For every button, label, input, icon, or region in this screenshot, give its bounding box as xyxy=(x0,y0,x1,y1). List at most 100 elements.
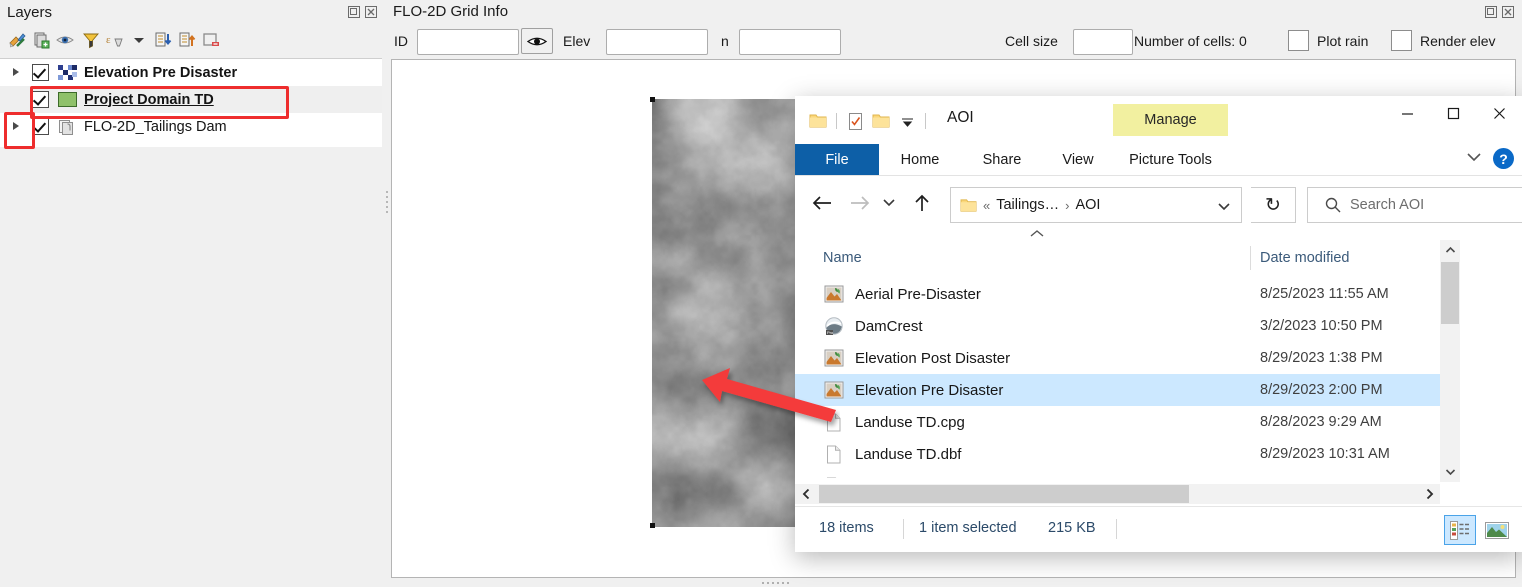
search-placeholder: Search AOI xyxy=(1350,197,1424,213)
chevron-down-icon[interactable] xyxy=(128,29,150,51)
collapse-ribbon-icon[interactable] xyxy=(1465,150,1483,168)
folder-icon[interactable] xyxy=(805,108,831,134)
breadcrumb[interactable]: « Tailings… › AOI xyxy=(950,187,1242,223)
layer-visibility-checkbox[interactable] xyxy=(32,91,49,108)
tab-picture-tools[interactable]: Picture Tools xyxy=(1113,144,1228,175)
layers-tree[interactable]: Elevation Pre Disaster Project Domain TD xyxy=(0,58,382,147)
recent-locations-icon[interactable] xyxy=(877,181,901,225)
tab-file[interactable]: File xyxy=(795,144,879,175)
expand-layer-icon[interactable] xyxy=(10,120,23,133)
layers-panel: Layers xyxy=(0,0,382,587)
grid-info-title: FLO-2D Grid Info xyxy=(393,3,508,20)
minimize-button[interactable] xyxy=(1384,96,1430,130)
list-item[interactable]: Landuse TD.cpg 8/28/2023 9:29 AM xyxy=(795,406,1440,438)
tab-home[interactable]: Home xyxy=(879,144,961,175)
scroll-right-icon[interactable] xyxy=(1418,484,1440,504)
ribbon-right-controls: ? xyxy=(1465,148,1514,169)
tab-view[interactable]: View xyxy=(1043,144,1113,175)
toolbar-separator xyxy=(836,113,837,129)
scrollbar-thumb[interactable] xyxy=(819,485,1189,503)
grid-id-input[interactable] xyxy=(417,29,519,55)
layer-row[interactable]: Elevation Pre Disaster xyxy=(0,59,382,86)
list-item[interactable]: Elevation Pre Disaster 8/29/2023 2:00 PM xyxy=(795,374,1440,406)
up-button[interactable] xyxy=(907,181,937,225)
bottom-splitter-handle[interactable] xyxy=(758,580,792,585)
file-name: Aerial Pre-Disaster xyxy=(855,286,981,303)
layer-name: Project Domain TD xyxy=(84,92,214,108)
large-icons-view-button[interactable] xyxy=(1482,516,1512,544)
layers-panel-title: Layers xyxy=(7,4,52,21)
filter-legend-icon[interactable] xyxy=(80,29,102,51)
scroll-up-icon[interactable] xyxy=(1440,240,1460,260)
breadcrumb-separator: › xyxy=(1065,198,1069,213)
search-input[interactable]: Search AOI xyxy=(1307,187,1522,223)
selection-handle xyxy=(650,523,655,528)
list-item[interactable]: Aerial Pre-Disaster 8/25/2023 11:55 AM xyxy=(795,278,1440,310)
explorer-titlebar: AOI Manage xyxy=(795,96,1522,144)
back-button[interactable] xyxy=(807,181,837,225)
scrollbar-thumb[interactable] xyxy=(1441,262,1459,324)
cell-size-input[interactable] xyxy=(1073,29,1133,55)
file-list-vertical-scrollbar[interactable] xyxy=(1440,240,1460,482)
manage-layer-visibility-icon[interactable] xyxy=(54,29,76,51)
grid-elev-input[interactable] xyxy=(606,29,708,55)
image-file-icon xyxy=(823,380,845,400)
close-button[interactable] xyxy=(1476,96,1522,130)
properties-checked-doc-icon[interactable] xyxy=(842,108,868,134)
scroll-down-icon[interactable] xyxy=(1440,462,1460,482)
new-folder-icon[interactable] xyxy=(868,108,894,134)
file-explorer-window[interactable]: AOI Manage File Home Share View Picture … xyxy=(795,96,1522,552)
file-list[interactable]: Aerial Pre-Disaster 8/25/2023 11:55 AM P… xyxy=(795,278,1522,478)
plot-rain-label: Plot rain xyxy=(1317,33,1368,49)
eye-icon[interactable] xyxy=(521,28,553,54)
column-collapse-icon[interactable] xyxy=(1027,228,1047,242)
layer-row[interactable]: FLO-2D_Tailings Dam xyxy=(0,113,382,140)
filter-legend-expression-icon[interactable]: ε xyxy=(104,29,126,51)
close-panel-icon[interactable] xyxy=(1501,5,1514,18)
layer-row[interactable]: Project Domain TD xyxy=(0,86,382,113)
tab-share[interactable]: Share xyxy=(961,144,1043,175)
add-group-icon[interactable] xyxy=(30,29,52,51)
column-separator[interactable] xyxy=(1250,246,1251,270)
float-panel-icon[interactable] xyxy=(347,5,360,18)
customize-dropdown-icon[interactable] xyxy=(894,108,920,134)
flo2d-grid-info-panel: FLO-2D Grid Info ID Elev n Cell size Num… xyxy=(383,0,1522,58)
expand-layer-icon[interactable] xyxy=(10,93,23,106)
status-selection-size: 215 KB xyxy=(1048,520,1096,536)
column-header-name[interactable]: Name xyxy=(823,242,862,274)
float-panel-icon[interactable] xyxy=(1484,5,1497,18)
layer-visibility-checkbox[interactable] xyxy=(32,118,49,135)
layer-visibility-checkbox[interactable] xyxy=(32,64,49,81)
status-divider xyxy=(1116,519,1117,539)
open-layer-styling-panel-icon[interactable] xyxy=(6,29,28,51)
dock-splitter-handle[interactable] xyxy=(383,190,390,214)
breadcrumb-part-aoi[interactable]: AOI xyxy=(1075,197,1100,213)
file-date: 8/29/2023 10:31 AM xyxy=(1260,446,1390,462)
expand-all-icon[interactable] xyxy=(152,29,174,51)
help-icon[interactable]: ? xyxy=(1493,148,1514,169)
collapse-all-icon[interactable] xyxy=(176,29,198,51)
close-panel-icon[interactable] xyxy=(364,5,377,18)
refresh-button[interactable]: ↻ xyxy=(1251,187,1296,223)
breadcrumb-part-tailings[interactable]: Tailings… xyxy=(996,197,1059,213)
ribbon-divider xyxy=(795,175,1522,176)
list-item[interactable] xyxy=(795,470,1440,478)
list-item[interactable]: Elevation Post Disaster 8/29/2023 1:38 P… xyxy=(795,342,1440,374)
render-elev-checkbox[interactable] xyxy=(1391,30,1412,51)
list-item[interactable]: Pro DamCrest 3/2/2023 10:50 PM xyxy=(795,310,1440,342)
ribbon-tabs: File Home Share View Picture Tools xyxy=(795,144,1522,175)
file-list-horizontal-scrollbar[interactable] xyxy=(795,484,1440,504)
details-view-button[interactable] xyxy=(1444,515,1476,545)
expand-layer-icon[interactable] xyxy=(10,66,23,79)
remove-layer-icon[interactable] xyxy=(200,29,222,51)
grid-n-input[interactable] xyxy=(739,29,841,55)
breadcrumb-overflow[interactable]: « xyxy=(983,198,990,213)
address-bar: « Tailings… › AOI ↻ Search AOI xyxy=(795,181,1522,227)
breadcrumb-dropdown-icon[interactable] xyxy=(1217,199,1231,217)
plot-rain-checkbox[interactable] xyxy=(1288,30,1309,51)
column-header-date-modified[interactable]: Date modified xyxy=(1260,242,1349,274)
scroll-left-icon[interactable] xyxy=(795,484,817,504)
file-list-header: Name Date modified xyxy=(795,242,1522,274)
list-item[interactable]: Landuse TD.dbf 8/29/2023 10:31 AM xyxy=(795,438,1440,470)
maximize-button[interactable] xyxy=(1430,96,1476,130)
